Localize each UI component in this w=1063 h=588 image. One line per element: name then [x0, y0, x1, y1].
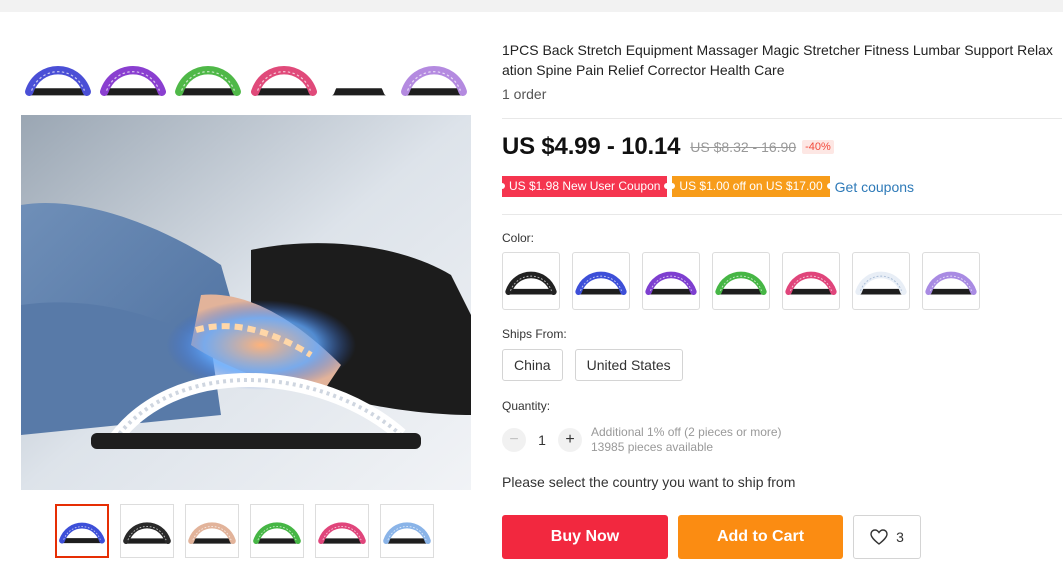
- ships-from-label: Ships From:: [502, 327, 567, 341]
- order-count: 1 order: [502, 86, 547, 102]
- wishlist-count: 3: [896, 529, 904, 545]
- color-swatch-list: [502, 252, 980, 310]
- main-product-image[interactable]: [21, 40, 471, 490]
- divider: [502, 118, 1062, 119]
- price-row: US $4.99 - 10.14 US $8.32 - 16.90 -40%: [502, 133, 834, 161]
- ships-from-options: China United States: [502, 349, 683, 381]
- wishlist-button[interactable]: 3: [853, 515, 921, 559]
- stock-available: 13985 pieces available: [591, 440, 714, 454]
- thumbnail-usage-demo[interactable]: [120, 504, 174, 558]
- coupon-row: US $1.98 New User Coupon US $1.00 off on…: [498, 176, 914, 197]
- add-to-cart-button[interactable]: Add to Cart: [678, 515, 843, 559]
- color-swatch-with-image[interactable]: [502, 252, 560, 310]
- new-user-coupon[interactable]: US $1.98 New User Coupon: [498, 176, 671, 197]
- action-buttons: Buy Now Add to Cart 3: [502, 515, 921, 559]
- color-swatch-white[interactable]: [852, 252, 910, 310]
- divider: [502, 214, 1062, 215]
- quantity-stepper: − + Additional 1% off (2 pieces or more)…: [502, 425, 782, 455]
- thumbnail-list: [55, 504, 434, 558]
- product-title: 1PCS Back Stretch Equipment Massager Mag…: [502, 42, 1053, 78]
- color-swatch-blue[interactable]: [572, 252, 630, 310]
- bulk-discount-note: Additional 1% off (2 pieces or more): [591, 425, 782, 439]
- color-swatch-light-purple[interactable]: [922, 252, 980, 310]
- product-usage-photo: [21, 115, 471, 490]
- heart-icon: [870, 529, 888, 545]
- ship-option-china[interactable]: China: [502, 349, 563, 381]
- color-swatch-purple[interactable]: [642, 252, 700, 310]
- quantity-label: Quantity:: [502, 399, 551, 413]
- get-coupons-link[interactable]: Get coupons: [835, 179, 914, 195]
- ship-option-united-states[interactable]: United States: [574, 349, 683, 381]
- store-coupon[interactable]: US $1.00 off on US $17.00: [669, 176, 833, 197]
- buy-now-button[interactable]: Buy Now: [502, 515, 668, 559]
- current-price: US $4.99 - 10.14: [502, 133, 681, 160]
- color-swatch-green[interactable]: [712, 252, 770, 310]
- thumbnail-stretcher-product[interactable]: [55, 504, 109, 558]
- original-price: US $8.32 - 16.90: [690, 139, 797, 155]
- decrease-quantity-button[interactable]: −: [502, 428, 526, 452]
- discount-badge: -40%: [802, 140, 834, 154]
- strip-stretcher-3: [248, 50, 320, 106]
- increase-quantity-button[interactable]: +: [558, 428, 582, 452]
- strip-stretcher-0: [22, 50, 94, 106]
- thumbnail-green-stretcher-detail[interactable]: [250, 504, 304, 558]
- color-strip-banner: [21, 40, 471, 115]
- strip-stretcher-1: [97, 50, 169, 106]
- thumbnail-pink-stretcher-detail[interactable]: [315, 504, 369, 558]
- strip-stretcher-2: [172, 50, 244, 106]
- ship-country-message: Please select the country you want to sh…: [502, 474, 796, 490]
- color-label: Color:: [502, 231, 535, 245]
- quantity-notes: Additional 1% off (2 pieces or more) 139…: [591, 425, 782, 455]
- thumbnail-stretcher-instructions[interactable]: [380, 504, 434, 558]
- strip-stretcher-5: [398, 50, 470, 106]
- strip-stretcher-4: [323, 50, 395, 106]
- top-bar: [0, 0, 1063, 12]
- quantity-input[interactable]: [526, 432, 558, 448]
- thumbnail-spine-usage[interactable]: [185, 504, 239, 558]
- color-swatch-pink[interactable]: [782, 252, 840, 310]
